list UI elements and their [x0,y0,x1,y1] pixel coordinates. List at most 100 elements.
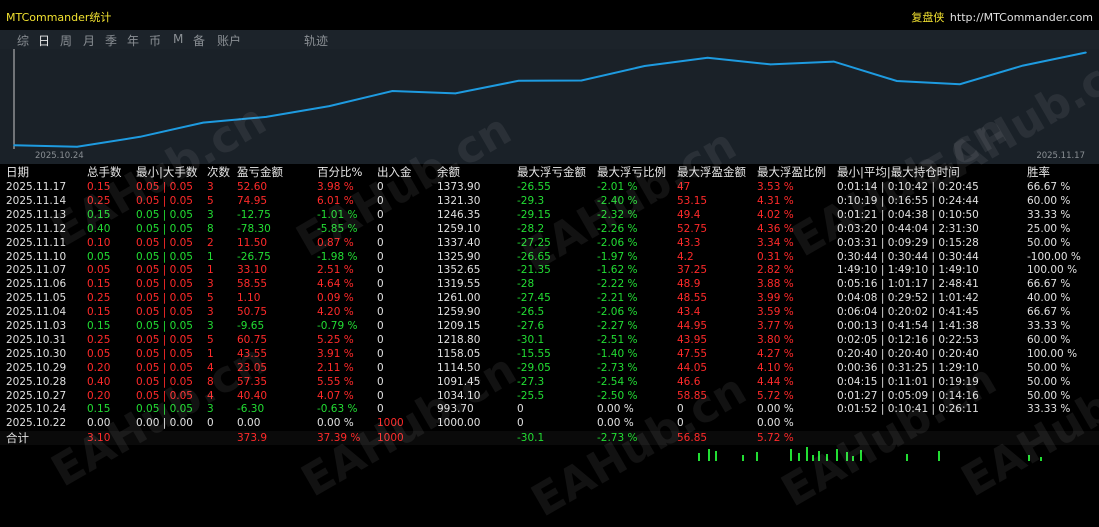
header-cell[interactable]: 最小|大手数 [136,165,197,179]
table-cell: 3 [207,208,214,221]
table-row[interactable]: 2025.11.05 0.25 0.05 | 0.05 5 1.10 0.09 % 0 126… [0,291,1099,305]
table-cell: 0 [377,194,384,207]
equity-point [328,105,331,107]
equity-point [265,116,268,118]
table-cell: 66.67 % [1027,306,1071,319]
header-cell[interactable]: 百分比% [317,165,362,179]
tab-3[interactable]: 月 [83,32,95,49]
table-cell: 0:05:16 | 1:01:17 | 2:48:41 [837,278,979,291]
table-cell: -78.30 [237,222,271,235]
table-cell: 0.05 | 0.05 [136,236,193,249]
header-cell[interactable]: 余额 [437,165,460,179]
table-cell: -29.3 [517,194,545,207]
table-row[interactable]: 2025.11.14 0.25 0.05 | 0.05 5 74.95 6.01 % 0 13… [0,194,1099,208]
table-cell: 2025.11.17 [6,181,67,193]
table-row[interactable]: 2025.10.22 0.00 0.00 | 0.00 0 0.00 0.00 % 1000… [0,416,1099,430]
header-cell[interactable]: 最小|平均|最大持仓时间 [837,165,960,179]
strip-tick [826,454,828,461]
table-cell: -26.75 [237,250,271,263]
strip-tick [906,454,908,461]
table-cell: 5.25 % [317,333,354,346]
header-cell[interactable]: 最大浮亏比例 [597,165,666,179]
table-row[interactable]: 2025.11.17 0.15 0.05 | 0.05 3 52.60 3.98 % 0 13… [0,180,1099,194]
header-cell[interactable]: 胜率 [1027,165,1050,179]
header-cell[interactable]: 最大浮盈比例 [757,165,826,179]
table-cell: -26.55 [517,181,551,193]
table-row[interactable]: 2025.10.29 0.20 0.05 | 0.05 4 23.05 2.11 % 0 11… [0,361,1099,375]
tab-2[interactable]: 周 [60,32,72,49]
tab-5[interactable]: 年 [127,32,139,49]
tab-8[interactable]: 备 [193,32,205,49]
tab-6[interactable]: 币 [149,32,161,49]
table-cell: 2025.11.11 [6,236,67,249]
table-cell: 0.05 | 0.05 [136,208,193,221]
header-cell[interactable]: 总手数 [87,165,122,179]
table-row[interactable]: 2025.11.10 0.05 0.05 | 0.05 1 -26.75 -1.98 % 0… [0,250,1099,264]
tab-10[interactable]: 轨迹 [304,32,328,49]
tab-9[interactable]: 账户 [217,32,241,49]
header-cell[interactable]: 最大浮盈金额 [677,165,746,179]
table-cell: 0 [377,361,384,374]
tab-1[interactable]: 日 [38,32,50,49]
strip-tick [798,453,800,461]
table-cell: 25.00 % [1027,222,1071,235]
table-cell: 3.80 % [757,333,794,346]
table-row[interactable]: 2025.11.04 0.15 0.05 | 0.05 3 50.75 4.20 % 0 12… [0,305,1099,319]
x-end-label: 2025.11.17 [1036,151,1085,161]
table-cell: 0.40 [87,222,111,235]
table-row[interactable]: 2025.11.13 0.15 0.05 | 0.05 3 -12.75 -1.01 % 0… [0,208,1099,222]
table-cell: -2.27 % [597,320,638,332]
tab-4[interactable]: 季 [105,32,117,49]
table-cell: 52.75 [677,222,708,235]
table-cell: 40.40 [237,389,268,402]
table-cell: 1.10 [237,292,261,305]
header-cell[interactable]: 盈亏金额 [237,165,283,179]
table-cell: 44.05 [677,361,708,374]
table-cell: 40.00 % [1027,292,1071,305]
table-cell: 48.9 [677,278,701,291]
table-cell: 2025.11.04 [6,306,67,319]
table-cell: 4.2 [677,250,694,263]
header-cell[interactable]: 次数 [207,165,230,179]
table-row[interactable]: 2025.11.07 0.05 0.05 | 0.05 1 33.10 2.51 % 0 13… [0,263,1099,277]
brand-url[interactable]: http://MTCommander.com [950,11,1093,24]
table-cell: 0.00 % [597,403,634,416]
brand[interactable]: 复盘侠 http://MTCommander.com [911,9,1093,25]
table-cell: 3.88 % [757,278,794,291]
table-row[interactable]: 2025.10.30 0.05 0.05 | 0.05 1 43.55 3.91 % 0 11… [0,347,1099,361]
table-cell: 3.77 % [757,320,794,332]
table-row[interactable]: 2025.10.31 0.25 0.05 | 0.05 5 60.75 5.25 % 0 12… [0,333,1099,347]
equity-line [13,51,1087,148]
header-cell[interactable]: 最大浮亏金额 [517,165,586,179]
table-row[interactable]: 2025.10.27 0.20 0.05 | 0.05 4 40.40 4.07 % 0 10… [0,389,1099,403]
table-cell: -29.05 [517,361,551,374]
table-cell: 1337.40 [437,236,481,249]
table-cell: 0.40 [87,375,111,388]
table-cell: -12.75 [237,208,271,221]
table-row[interactable]: 2025.11.06 0.15 0.05 | 0.05 3 58.55 4.64 % 0 13… [0,277,1099,291]
header-cell[interactable]: 日期 [6,165,29,179]
header-cell[interactable]: 出入金 [377,165,412,179]
tab-7[interactable]: M [173,32,183,46]
table-cell: 0 [377,347,384,360]
equity-point [706,56,709,59]
table-cell: -15.55 [517,347,551,360]
table-cell: 4 [207,361,214,374]
table-cell: 993.70 [437,403,474,416]
table-row[interactable]: 2025.10.24 0.15 0.05 | 0.05 3 -6.30 -0.63 % 0 9… [0,402,1099,416]
table-row[interactable]: 2025.11.12 0.40 0.05 | 0.05 8 -78.30 -5.85 % 0… [0,222,1099,236]
tab-bar: 综日周月季年币 M 备账户 轨迹 [0,30,1099,49]
table-cell: 1 [207,264,214,277]
table-row[interactable]: 2025.10.28 0.40 0.05 | 0.05 8 57.35 5.55 % 0 10… [0,375,1099,389]
table-cell: 33.33 % [1027,208,1071,221]
table-cell: 46.6 [677,375,701,388]
equity-point [454,92,457,95]
table-cell: 0.05 | 0.05 [136,403,193,416]
equity-point [202,121,204,124]
table-cell: 5 [207,333,214,346]
table-cell: 3 [207,306,214,319]
table-cell: 2025.11.12 [6,222,67,235]
table-row[interactable]: 2025.11.03 0.15 0.05 | 0.05 3 -9.65 -0.79 % 0 1… [0,319,1099,333]
tab-0[interactable]: 综 [17,32,29,49]
table-row[interactable]: 2025.11.11 0.10 0.05 | 0.05 2 11.50 0.87 % 0 13… [0,236,1099,250]
